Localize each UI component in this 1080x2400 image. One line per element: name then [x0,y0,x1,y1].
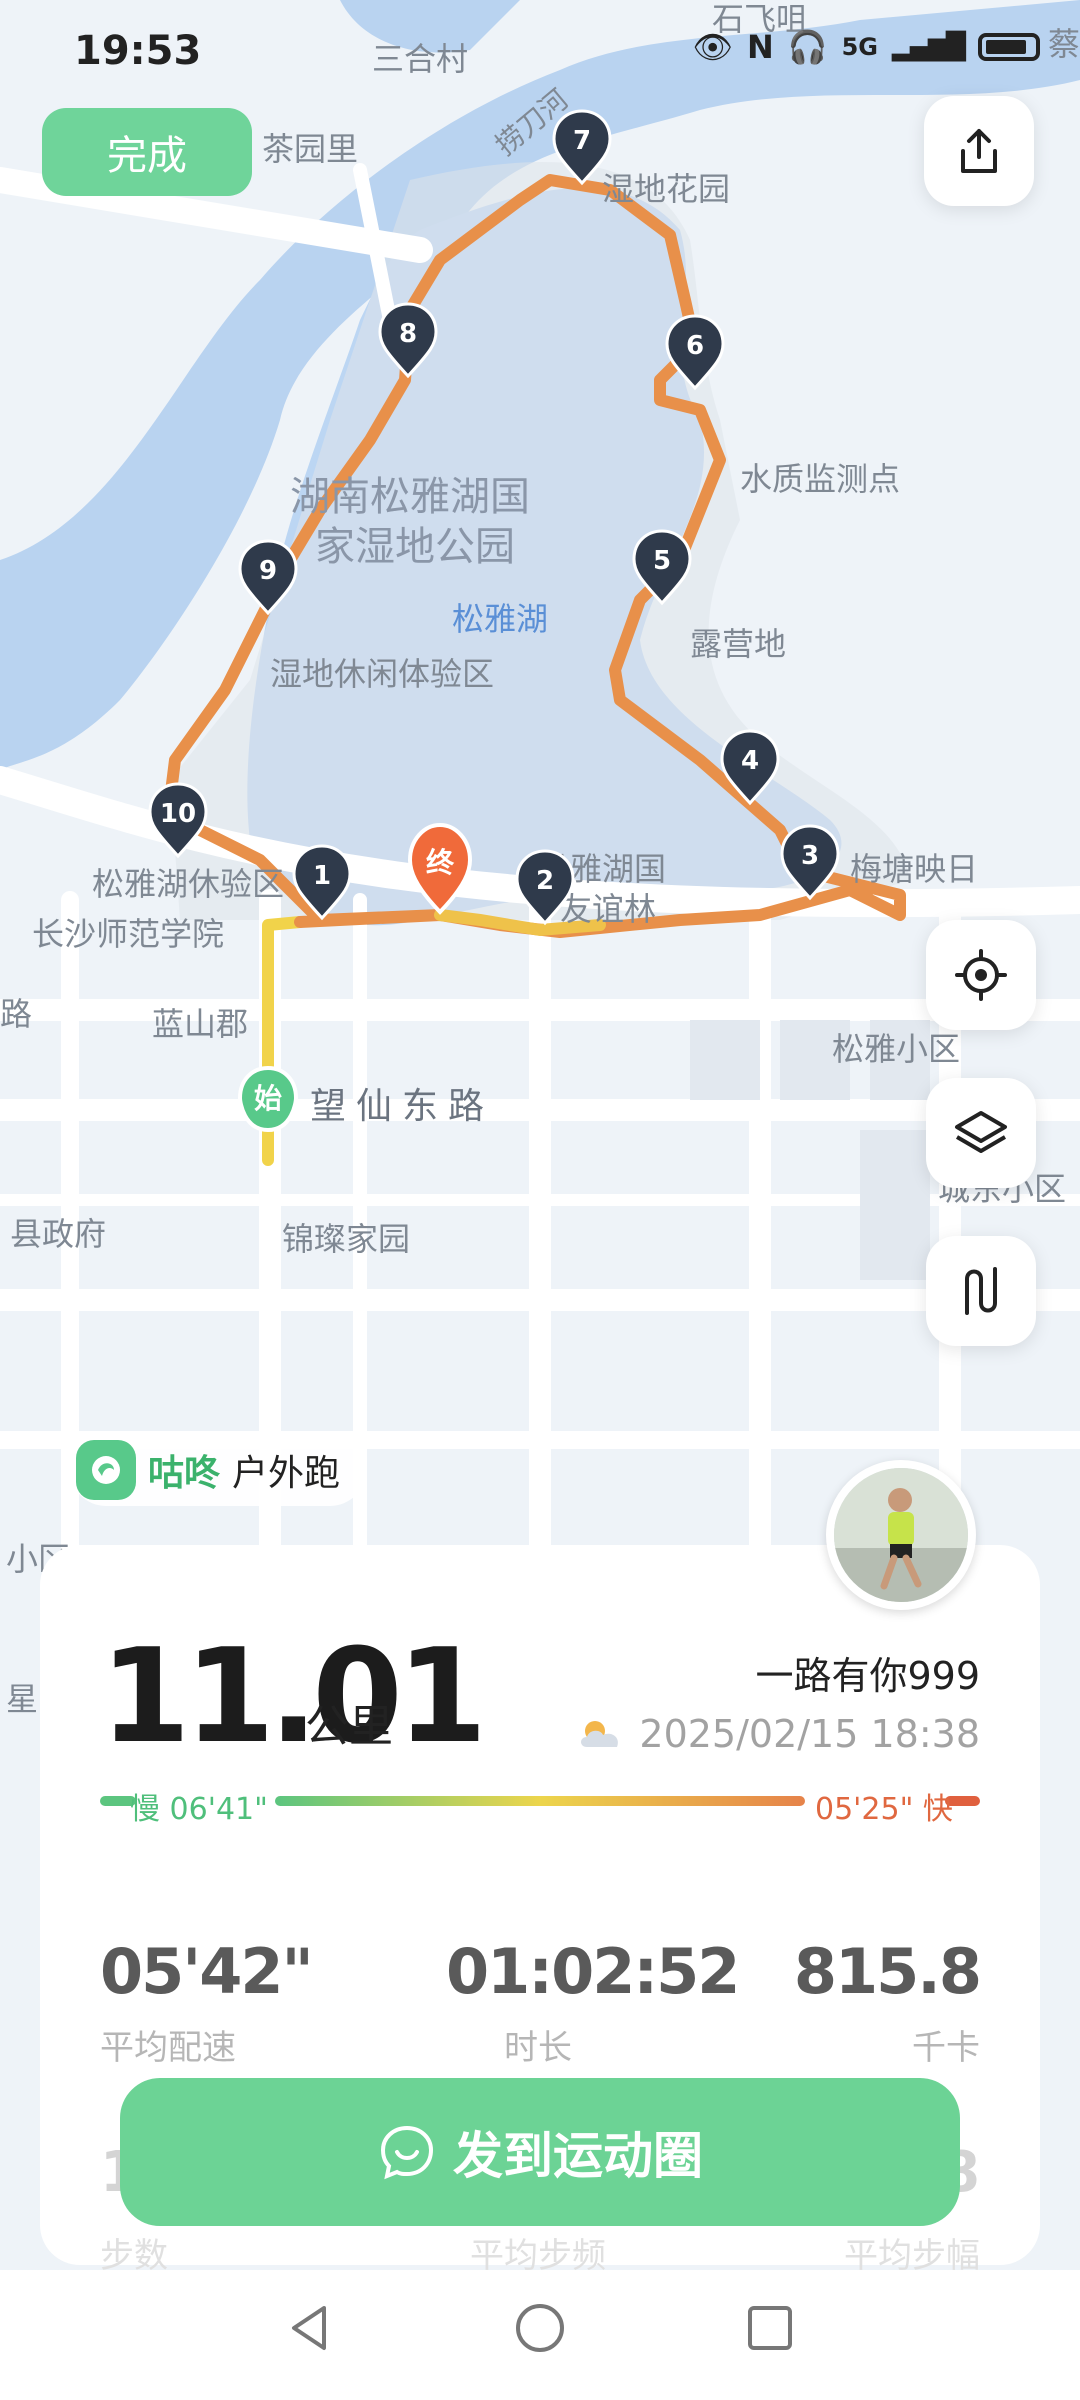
pace-fast-label: 05'25" 快 [815,1792,953,1827]
km-marker-label: 1 [313,861,331,891]
map-label: 松雅湖休验区 [92,865,284,903]
map-label: 望仙东路 [310,1086,494,1127]
duration-label: 时长 [504,2028,572,2068]
map-label: 湿地花园 [602,170,730,208]
map-label: 路 [0,995,32,1033]
layers-button[interactable] [926,1078,1036,1188]
battery-icon [978,33,1040,61]
map-label: 湿地休闲体验区 [270,655,494,693]
headphone-icon: 🎧 [787,28,828,66]
map-label: 蓝山郡 [152,1005,248,1043]
share-icon [961,129,997,173]
system-nav-bar [0,2270,1080,2400]
username: 一路有你999 [755,1654,980,1698]
map-label: 茶园里 [262,130,358,168]
map-label: 松雅小区 [832,1030,960,1068]
map-label: 露营地 [690,625,786,663]
share-export-button[interactable] [924,96,1034,206]
km-marker-label: 9 [259,556,277,586]
map-label: 三合村 [372,40,468,78]
map-label: 长沙师范学院 [32,915,224,953]
runner-photo [834,1468,968,1602]
map-label: 锦璨家园 [282,1220,410,1258]
app-chip: 咕咚 户外跑 [70,1434,367,1506]
calories-value: 815.8 [793,1935,982,2008]
avatar[interactable] [826,1460,976,1610]
status-icons: 👁 N 🎧 5G ▂▄▆█ [692,28,1040,66]
distance-value: 11.01 [100,1620,487,1772]
share-to-feed-button[interactable]: 发到运动圈 [120,2078,960,2226]
calories-label: 千卡 [912,2028,980,2068]
route-toggle-button[interactable] [926,1236,1036,1346]
duration-value: 01:02:52 [446,1935,740,2008]
map-label: 松雅湖 [452,600,548,638]
route-icon [965,1267,997,1315]
locate-button[interactable] [926,920,1036,1030]
map-label: 梅塘映日 [850,850,978,888]
km-marker-label: 7 [573,126,591,156]
distance-unit: 公里 [305,1701,393,1752]
back-icon[interactable] [280,2298,340,2358]
share-to-feed-label: 发到运动圈 [453,2127,703,2185]
map-label: 县政府 [10,1215,106,1253]
status-time: 19:53 [74,28,202,74]
map-label: 湖南松雅湖国 [290,474,530,520]
nfc-icon: N [746,28,774,66]
app-name: 咕咚 [148,1453,221,1494]
km-marker-label: 2 [536,866,554,896]
map-label: 星 [6,1680,38,1718]
activity-type: 户外跑 [232,1453,341,1494]
km-marker-label: 8 [399,319,417,349]
map-label: 家湿地公园 [315,524,515,570]
home-icon[interactable] [510,2298,570,2358]
done-button[interactable]: 完成 [42,108,252,196]
layers-icon [955,1111,1007,1153]
svg-text:终: 终 [426,846,455,879]
chat-smile-icon [380,2125,434,2180]
app-logo-icon [76,1440,136,1500]
avg-pace-value: 05'42" [100,1935,314,2008]
start-marker[interactable]: 始 [237,1065,299,1133]
pace-slow-label: 慢 06'41" [130,1792,268,1827]
signal-icon: ▂▄▆█ [892,32,966,62]
km-marker-label: 10 [160,799,196,829]
datetime: 2025/02/15 18:38 [577,1712,980,1756]
crosshair-icon [955,949,1007,1001]
map-label: 友谊林 [560,890,656,928]
km-marker-label: 6 [686,331,704,361]
datetime-text: 2025/02/15 18:38 [639,1712,980,1756]
km-marker-label: 3 [801,841,819,871]
cloud-icon [581,1721,619,1747]
svg-text:始: 始 [254,1082,282,1115]
km-marker-label: 4 [741,746,759,776]
recents-icon[interactable] [740,2298,800,2358]
km-marker-label: 5 [653,546,671,576]
eye-icon: 👁 [692,28,733,66]
avg-pace-label: 平均配速 [100,2028,236,2068]
network-label: 5G [841,33,879,61]
map-label: 水质监测点 [740,460,900,498]
map-label: 蔡 [1048,25,1080,63]
